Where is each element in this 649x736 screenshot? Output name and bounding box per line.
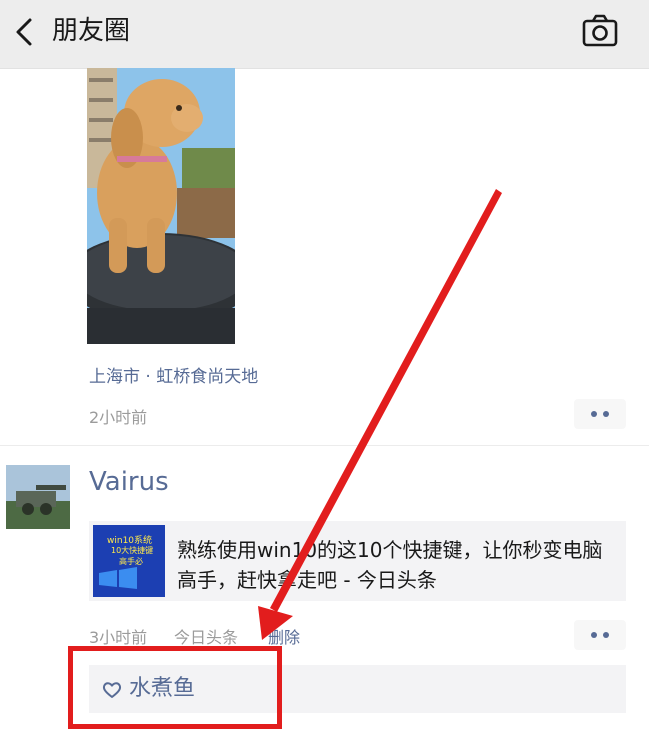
annotation-highlight-box [68, 646, 282, 729]
thumbnail-caption: 高手必 [119, 557, 143, 566]
post-action-menu-button[interactable] [574, 620, 626, 650]
post-divider [0, 445, 649, 446]
more-dot-icon [591, 632, 597, 638]
more-dot-icon [603, 411, 609, 417]
shared-link-title: 熟练使用win10的这10个快捷键，让你秒变电脑高手，赶快拿走吧 - 今日头条 [177, 538, 603, 592]
post-source-link[interactable]: 今日头条 [174, 624, 238, 648]
dog-photo-image [87, 68, 235, 344]
delete-post-link[interactable]: 删除 [268, 624, 300, 648]
post-photo-dog[interactable] [87, 68, 235, 344]
camera-icon[interactable] [580, 12, 620, 50]
avatar[interactable] [6, 465, 70, 529]
more-dot-icon [591, 411, 597, 417]
more-dot-icon [603, 632, 609, 638]
page-title: 朋友圈 [52, 16, 131, 46]
post-timestamp: 3小时前 [89, 628, 148, 647]
avatar-image [6, 465, 70, 529]
thumbnail-caption: 10大快捷键 [111, 546, 154, 555]
post-location-link[interactable]: 上海市 · 虹桥食尚天地 [89, 362, 258, 387]
post-username[interactable]: Vairus [89, 467, 169, 497]
back-arrow-icon[interactable] [8, 14, 44, 50]
shared-link-thumbnail: win10系统 10大快捷键 高手必 [93, 525, 165, 597]
post-timestamp: 2小时前 [89, 408, 148, 427]
post-action-menu-button[interactable] [574, 399, 626, 429]
top-nav-bar: 朋友圈 [0, 0, 649, 69]
shared-link-card[interactable]: win10系统 10大快捷键 高手必 熟练使用win10的这10个快捷键，让你秒… [89, 521, 626, 601]
